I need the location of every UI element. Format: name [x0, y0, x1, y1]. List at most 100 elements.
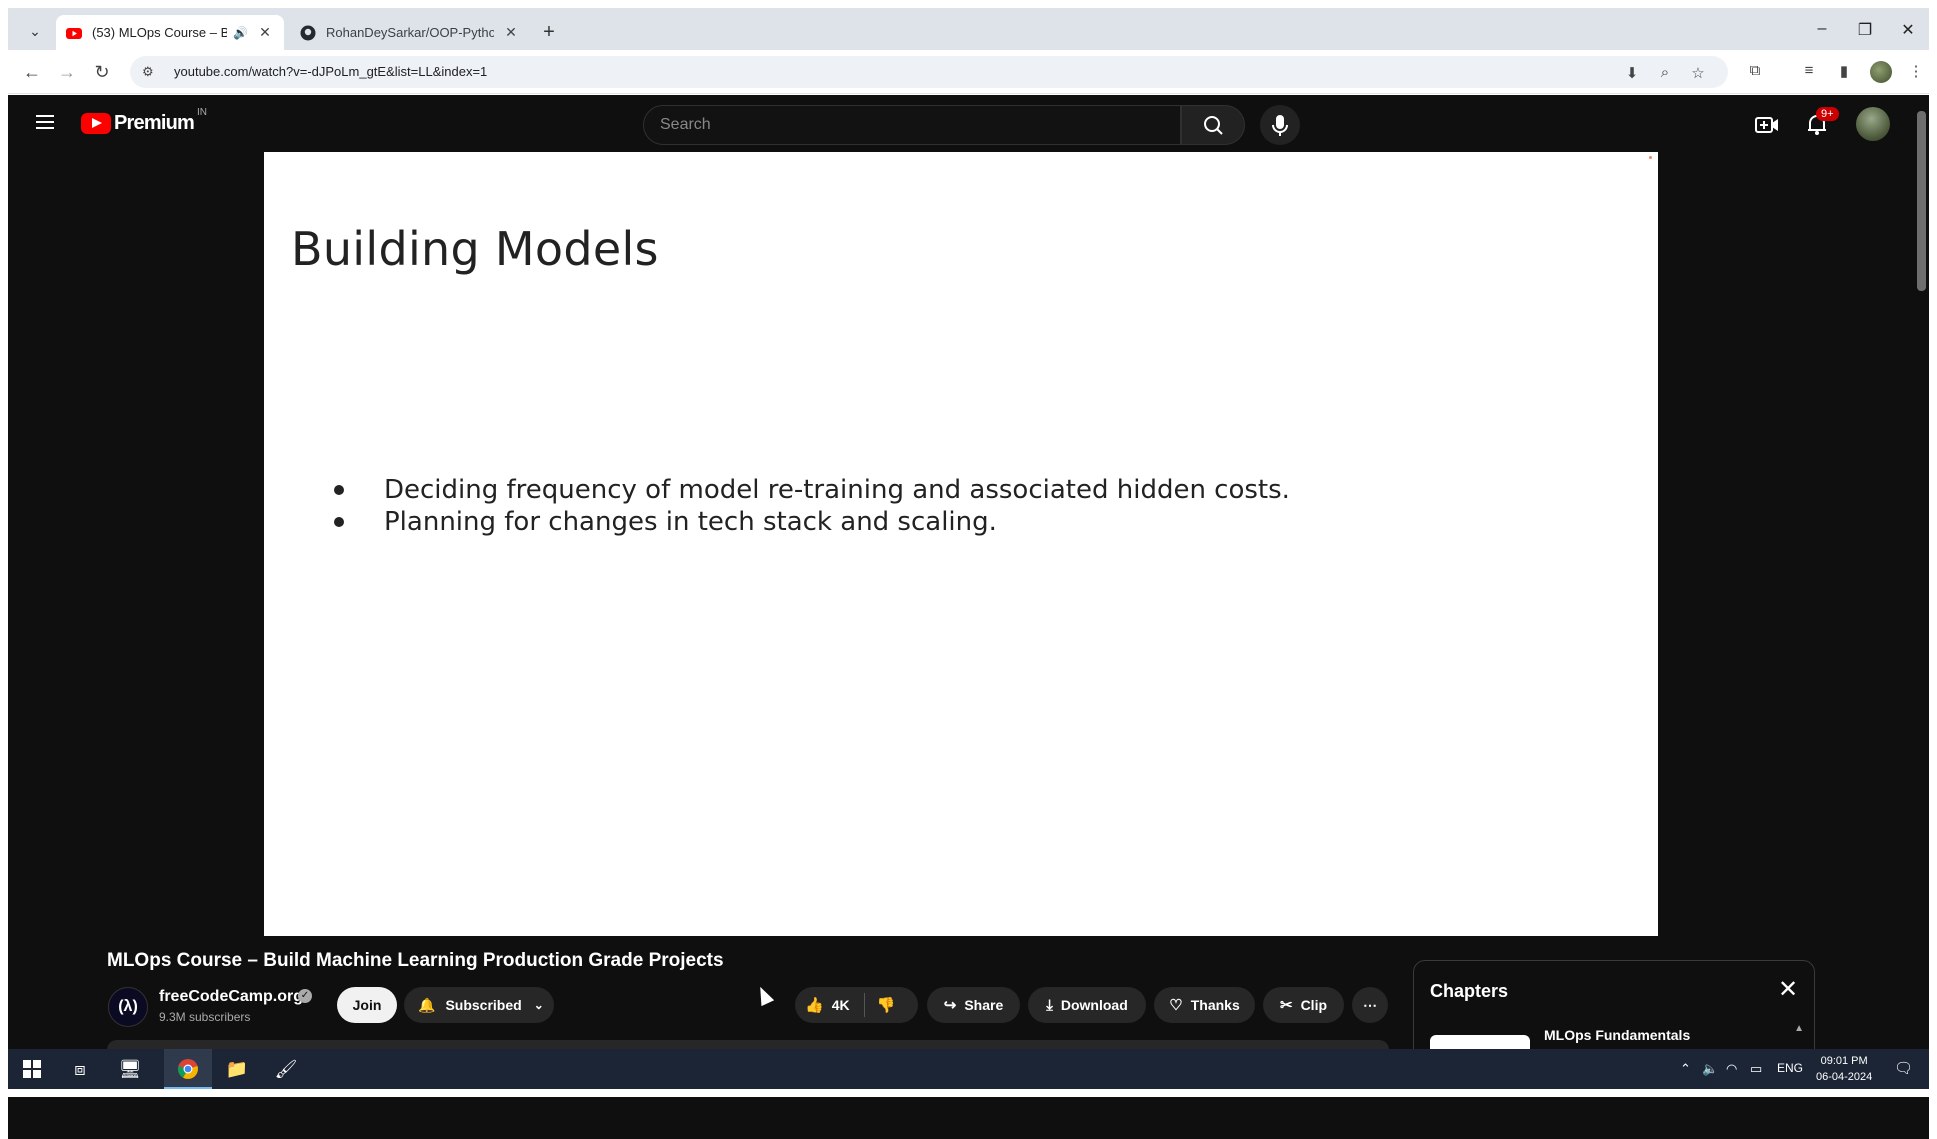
wifi-icon[interactable]: ◠ — [1726, 1061, 1737, 1077]
slide-corner-dot — [1649, 156, 1652, 159]
share-label: Share — [964, 997, 1004, 1013]
video-player[interactable]: Building Models Deciding frequency of mo… — [264, 152, 1658, 936]
more-horizontal-icon: ⋯ — [1363, 996, 1377, 1013]
chrome-icon[interactable] — [175, 1057, 201, 1081]
youtube-favicon-icon — [66, 27, 82, 39]
page-scrollbar[interactable] — [1913, 95, 1929, 1139]
youtube-play-icon — [81, 113, 111, 134]
install-app-icon[interactable]: ⬇ — [1622, 64, 1642, 82]
reload-icon[interactable]: ↻ — [90, 60, 114, 84]
bullet-dot — [334, 517, 344, 527]
slide-bullet-list: Deciding frequency of model re-training … — [332, 474, 1290, 538]
bullet-text: Planning for changes in tech stack and s… — [384, 507, 997, 537]
volume-icon[interactable]: 🔈 — [1702, 1061, 1718, 1077]
browser-profile-avatar[interactable] — [1870, 61, 1892, 83]
tab-close-icon[interactable]: ✕ — [502, 24, 520, 41]
clip-button[interactable]: ✂ Clip — [1263, 987, 1344, 1023]
slide-title: Building Models — [291, 222, 659, 276]
search-icon — [1204, 116, 1223, 135]
microphone-icon — [1272, 115, 1288, 136]
close-window-icon[interactable]: ✕ — [1888, 20, 1928, 40]
taskbar-clock[interactable]: 09:01 PM 06-04-2024 — [1816, 1053, 1872, 1085]
tab-youtube[interactable]: (53) MLOps Course – Build 🔊 ✕ — [56, 15, 284, 50]
share-button[interactable]: ↪ Share — [927, 987, 1020, 1023]
windows-logo-icon — [23, 1060, 41, 1078]
tab-search-chevron-icon[interactable]: ⌄ — [22, 18, 48, 44]
more-actions-button[interactable]: ⋯ — [1352, 987, 1388, 1023]
slide-bullet: Planning for changes in tech stack and s… — [332, 506, 1290, 538]
bullet-dot — [334, 485, 344, 495]
new-tab-plus-icon[interactable]: + — [538, 22, 560, 42]
thumbs-down-icon[interactable]: 👎 — [877, 996, 896, 1014]
search-input[interactable]: Search — [643, 105, 1181, 145]
chapters-header: Chapters — [1430, 981, 1509, 1001]
verified-badge-icon: ✓ — [298, 989, 312, 1003]
chrome-logo-icon — [178, 1059, 198, 1079]
like-count[interactable]: 4K — [832, 997, 850, 1013]
clock-time: 09:01 PM — [1820, 1055, 1868, 1067]
slide-bullet: Deciding frequency of model re-training … — [332, 474, 1290, 506]
scrollbar-thumb[interactable] — [1917, 111, 1926, 291]
thanks-label: Thanks — [1190, 997, 1240, 1013]
close-chapters-icon[interactable]: ✕ — [1774, 975, 1802, 1004]
task-view-icon[interactable]: ⧈ — [67, 1057, 93, 1081]
paint-app-icon[interactable]: 🖌 — [273, 1057, 299, 1081]
subscribed-button[interactable]: 🔔 Subscribed ⌄ — [404, 987, 554, 1023]
channel-avatar[interactable]: (λ) — [108, 987, 148, 1027]
clock-date: 06-04-2024 — [1816, 1071, 1873, 1083]
tab-title: RohanDeySarkar/OOP-Python — [326, 25, 494, 40]
notification-center-icon[interactable]: 🗨 — [1894, 1059, 1913, 1077]
search-button[interactable] — [1181, 105, 1245, 145]
language-indicator[interactable]: ENG — [1777, 1061, 1803, 1075]
github-favicon-icon — [300, 25, 316, 40]
chapters-scroll-up-icon[interactable]: ▲ — [1794, 1023, 1804, 1034]
bell-icon: 🔔 — [418, 996, 436, 1013]
extensions-icon[interactable]: ⧉ — [1744, 62, 1766, 79]
download-icon: ⤓ — [1046, 996, 1053, 1014]
media-control-icon[interactable]: ≡ — [1798, 62, 1820, 79]
thanks-button[interactable]: ♡ Thanks — [1154, 987, 1255, 1023]
file-explorer-icon[interactable]: 📁 — [224, 1057, 250, 1081]
youtube-premium-logo[interactable]: Premium IN — [81, 107, 207, 135]
thumbs-up-icon[interactable]: 👍 — [805, 996, 824, 1014]
side-panel-icon[interactable]: ▮ — [1833, 62, 1855, 80]
screen: ⌄ (53) MLOps Course – Build 🔊 ✕ RohanDey… — [0, 0, 1937, 1139]
bookmark-star-icon[interactable]: ☆ — [1688, 64, 1708, 82]
create-video-icon[interactable] — [1754, 112, 1780, 138]
chevron-down-icon: ⌄ — [533, 998, 544, 1012]
site-info-icon[interactable]: ⚙ — [142, 64, 158, 80]
menu-hamburger-icon[interactable] — [36, 115, 54, 129]
scissors-icon: ✂ — [1279, 997, 1293, 1014]
zoom-icon[interactable]: ⌕ — [1655, 64, 1675, 81]
region-code: IN — [197, 107, 207, 118]
windows-start-icon[interactable] — [19, 1057, 45, 1081]
chapter-item-title[interactable]: MLOps Fundamentals — [1544, 1027, 1690, 1043]
restore-icon[interactable]: ❐ — [1845, 20, 1885, 40]
url-text[interactable]: youtube.com/watch?v=-dJPoLm_gtE&list=LL&… — [174, 64, 487, 79]
minimize-icon[interactable]: – — [1802, 20, 1842, 38]
notification-badge: 9+ — [1816, 107, 1839, 121]
browser-toolbar: ← → ↻ ⚙ youtube.com/watch?v=-dJPoLm_gtE&… — [8, 50, 1929, 94]
browser-tabstrip: ⌄ (53) MLOps Course – Build 🔊 ✕ RohanDey… — [8, 8, 1929, 50]
audio-playing-icon[interactable]: 🔊 — [233, 26, 248, 40]
join-button[interactable]: Join — [337, 987, 397, 1023]
tab-github[interactable]: RohanDeySarkar/OOP-Python ✕ — [290, 15, 530, 50]
channel-name[interactable]: freeCodeCamp.org — [159, 988, 303, 1006]
battery-icon[interactable]: ▭ — [1750, 1061, 1762, 1077]
download-button[interactable]: ⤓ Download — [1028, 987, 1146, 1023]
subscribed-label: Subscribed — [445, 997, 522, 1013]
address-bar[interactable]: ⚙ youtube.com/watch?v=-dJPoLm_gtE&list=L… — [130, 56, 1728, 88]
voice-search-button[interactable] — [1260, 105, 1300, 145]
clip-label: Clip — [1300, 997, 1328, 1013]
tab-title: (53) MLOps Course – Build — [92, 25, 228, 40]
snipping-tool-icon[interactable]: 🖥 — [117, 1057, 143, 1081]
screen-bottom-edge — [0, 1089, 1937, 1097]
windows-taskbar: ⧈ 🖥 📁 🖌 ⌃ 🔈 ◠ ▭ ENG 09:01 PM 06-04-2024 … — [8, 1049, 1929, 1089]
browser-menu-kebab-icon[interactable]: ⋮ — [1905, 62, 1927, 80]
tab-close-icon[interactable]: ✕ — [256, 24, 274, 41]
like-dislike-group[interactable]: 👍 4K 👎 — [795, 987, 918, 1023]
user-avatar[interactable] — [1856, 107, 1890, 141]
forward-arrow-icon[interactable]: → — [55, 60, 79, 84]
tray-overflow-chevron-icon[interactable]: ⌃ — [1680, 1061, 1691, 1077]
back-arrow-icon[interactable]: ← — [20, 60, 44, 84]
